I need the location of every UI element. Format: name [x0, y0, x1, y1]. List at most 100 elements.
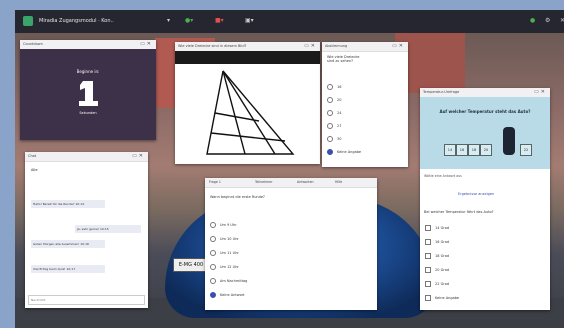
- settings-icon[interactable]: ⚙: [545, 17, 550, 24]
- message-text: Viel Erfolg beim Quiz!: [33, 267, 66, 271]
- window-header[interactable]: Chat ▭✕: [25, 152, 148, 162]
- window-header[interactable]: Abstimmung ▭✕: [322, 42, 408, 52]
- poll-window: Abstimmung ▭✕ Wie viele Dreiecke sind zu…: [322, 42, 408, 167]
- app-logo-icon: [23, 16, 33, 26]
- radio-icon[interactable]: [327, 123, 333, 129]
- checkbox-icon[interactable]: [425, 253, 431, 259]
- radio-selected-icon[interactable]: [327, 149, 333, 155]
- temperature-option-label: 20 Grad: [435, 268, 450, 272]
- title-dropdown-icon[interactable]: ▾: [167, 17, 170, 24]
- temperature-option-label: 18 Grad: [435, 254, 450, 258]
- quiz-option-label: Um 12 Uhr: [220, 265, 239, 269]
- message-text: Guten Morgen alle zusammen!: [33, 242, 80, 246]
- quiz-option[interactable]: Um 12 Uhr: [210, 264, 239, 270]
- results-link[interactable]: Ergebnisse anzeigen: [458, 192, 494, 196]
- checkbox-icon[interactable]: [425, 295, 431, 301]
- quiz-option[interactable]: Um 11 Uhr: [210, 250, 239, 256]
- title-bar: Miradia Zugangsmodul · Kon.. ▾ ●▾ ■▾ ▣▾ …: [15, 10, 564, 33]
- temperature-option-label: 22 Grad: [435, 282, 450, 286]
- radio-icon[interactable]: [210, 264, 216, 270]
- tab-answers[interactable]: Antworten: [297, 180, 314, 184]
- chat-message: Viel Erfolg beim Quiz! 10:17: [31, 265, 105, 273]
- chat-channel[interactable]: Alle: [31, 168, 38, 172]
- quiz-option-label: Um 9 Uhr: [220, 223, 237, 227]
- message-text: Hallo! Bereit für die Runde?: [33, 202, 75, 206]
- quiz-option[interactable]: Um 9 Uhr: [210, 222, 237, 228]
- window-title: Wie viele Dreiecke sind in diesem Bild?: [178, 44, 247, 48]
- checkbox-icon[interactable]: [425, 281, 431, 287]
- countdown-body: Beginne in: Sekunden: [20, 49, 156, 140]
- temperature-cell: 18: [468, 144, 480, 156]
- quiz-option-label: Keine Antwort: [220, 293, 245, 297]
- radio-icon[interactable]: [327, 84, 333, 90]
- chat-input[interactable]: Nachricht: [28, 295, 145, 305]
- countdown-label: Beginne in:: [76, 69, 100, 74]
- window-title: Abstimmung: [325, 44, 348, 48]
- poll-option-label: 30: [337, 137, 342, 141]
- camera-icon[interactable]: ■▾: [215, 17, 224, 24]
- quiz-option-label: Am Nachmittag: [220, 279, 248, 283]
- temperature-cell: 20: [480, 144, 492, 156]
- image-window: Wie viele Dreiecke sind in diesem Bild? …: [175, 42, 320, 164]
- radio-icon[interactable]: [327, 110, 333, 116]
- poll-option[interactable]: 27: [327, 123, 341, 129]
- chat-window: Chat ▭✕ Alle Hallo! Bereit für die Runde…: [25, 152, 148, 308]
- checkbox-icon[interactable]: [425, 239, 431, 245]
- poll-option-label: 16: [337, 85, 342, 89]
- radio-icon[interactable]: [210, 236, 216, 242]
- temperature-option[interactable]: Keine Angabe: [425, 295, 459, 301]
- radio-selected-icon[interactable]: [210, 292, 216, 298]
- countdown-unit: Sekunden: [79, 111, 97, 115]
- message-time: 10:14: [75, 202, 85, 206]
- poll-option[interactable]: Keine Angabe: [327, 149, 361, 155]
- poll-option-label: 20: [337, 98, 342, 102]
- temperature-option-label: Keine Angabe: [435, 296, 460, 300]
- image-top-bar: [175, 51, 320, 64]
- chat-message: Guten Morgen alle zusammen! 10:16: [31, 240, 105, 248]
- message-time: 10:15: [99, 227, 109, 231]
- radio-icon[interactable]: [210, 250, 216, 256]
- checkbox-icon[interactable]: [425, 267, 431, 273]
- window-controls[interactable]: ▭✕: [132, 153, 145, 159]
- poll-option[interactable]: 16: [327, 84, 341, 90]
- temperature-option[interactable]: 16 Grad: [425, 239, 449, 245]
- poll-option-label: 27: [337, 124, 342, 128]
- message-time: 10:16: [80, 242, 89, 246]
- temperature-option[interactable]: 20 Grad: [425, 267, 449, 273]
- poll-option[interactable]: 24: [327, 110, 341, 116]
- temperature-question: Bei welcher Temperatur fährt das Auto?: [424, 210, 494, 214]
- temperature-banner: Auf welcher Temperatur steht das Auto? 1…: [420, 97, 550, 169]
- radio-icon[interactable]: [327, 136, 333, 142]
- tab-help[interactable]: Hilfe: [335, 180, 342, 184]
- screen-share-icon[interactable]: ▣▾: [245, 17, 254, 24]
- close-app-icon[interactable]: ✕: [560, 17, 564, 24]
- window-title: Countdown: [23, 42, 43, 46]
- window-controls[interactable]: ▭✕: [304, 43, 317, 49]
- temperature-cell: 16: [456, 144, 468, 156]
- connection-icon: ●: [530, 17, 536, 24]
- temperature-option[interactable]: 22 Grad: [425, 281, 449, 287]
- temperature-option[interactable]: 14 Grad: [425, 225, 449, 231]
- temperature-option[interactable]: 18 Grad: [425, 253, 449, 259]
- window-title: Temperatur-Umfrage: [423, 90, 460, 94]
- temperature-window: Temperatur-Umfrage ▭✕ Auf welcher Temper…: [420, 88, 550, 310]
- tab-participants[interactable]: Teilnehmer: [255, 180, 273, 184]
- window-controls[interactable]: ▭✕: [140, 41, 153, 47]
- quiz-option[interactable]: Um 10 Uhr: [210, 236, 239, 242]
- quiz-option[interactable]: Keine Antwort: [210, 292, 245, 298]
- radio-icon[interactable]: [210, 222, 216, 228]
- radio-icon[interactable]: [210, 278, 216, 284]
- quiz-option[interactable]: Am Nachmittag: [210, 278, 247, 284]
- poll-option-label: 24: [337, 111, 342, 115]
- radio-icon[interactable]: [327, 97, 333, 103]
- app-title: Miradia Zugangsmodul · Kon..: [39, 18, 114, 24]
- poll-option[interactable]: 30: [327, 136, 341, 142]
- message-text: Ja, sehr gerne!: [77, 227, 100, 231]
- checkbox-icon[interactable]: [425, 225, 431, 231]
- microphone-icon[interactable]: ●▾: [185, 17, 193, 24]
- window-controls[interactable]: ▭✕: [392, 43, 405, 49]
- poll-option[interactable]: 20: [327, 97, 341, 103]
- window-controls[interactable]: ▭✕: [534, 89, 547, 95]
- countdown-window: Countdown ▭✕ Beginne in: Sekunden: [20, 40, 156, 140]
- tab-question[interactable]: Frage 1: [209, 180, 221, 184]
